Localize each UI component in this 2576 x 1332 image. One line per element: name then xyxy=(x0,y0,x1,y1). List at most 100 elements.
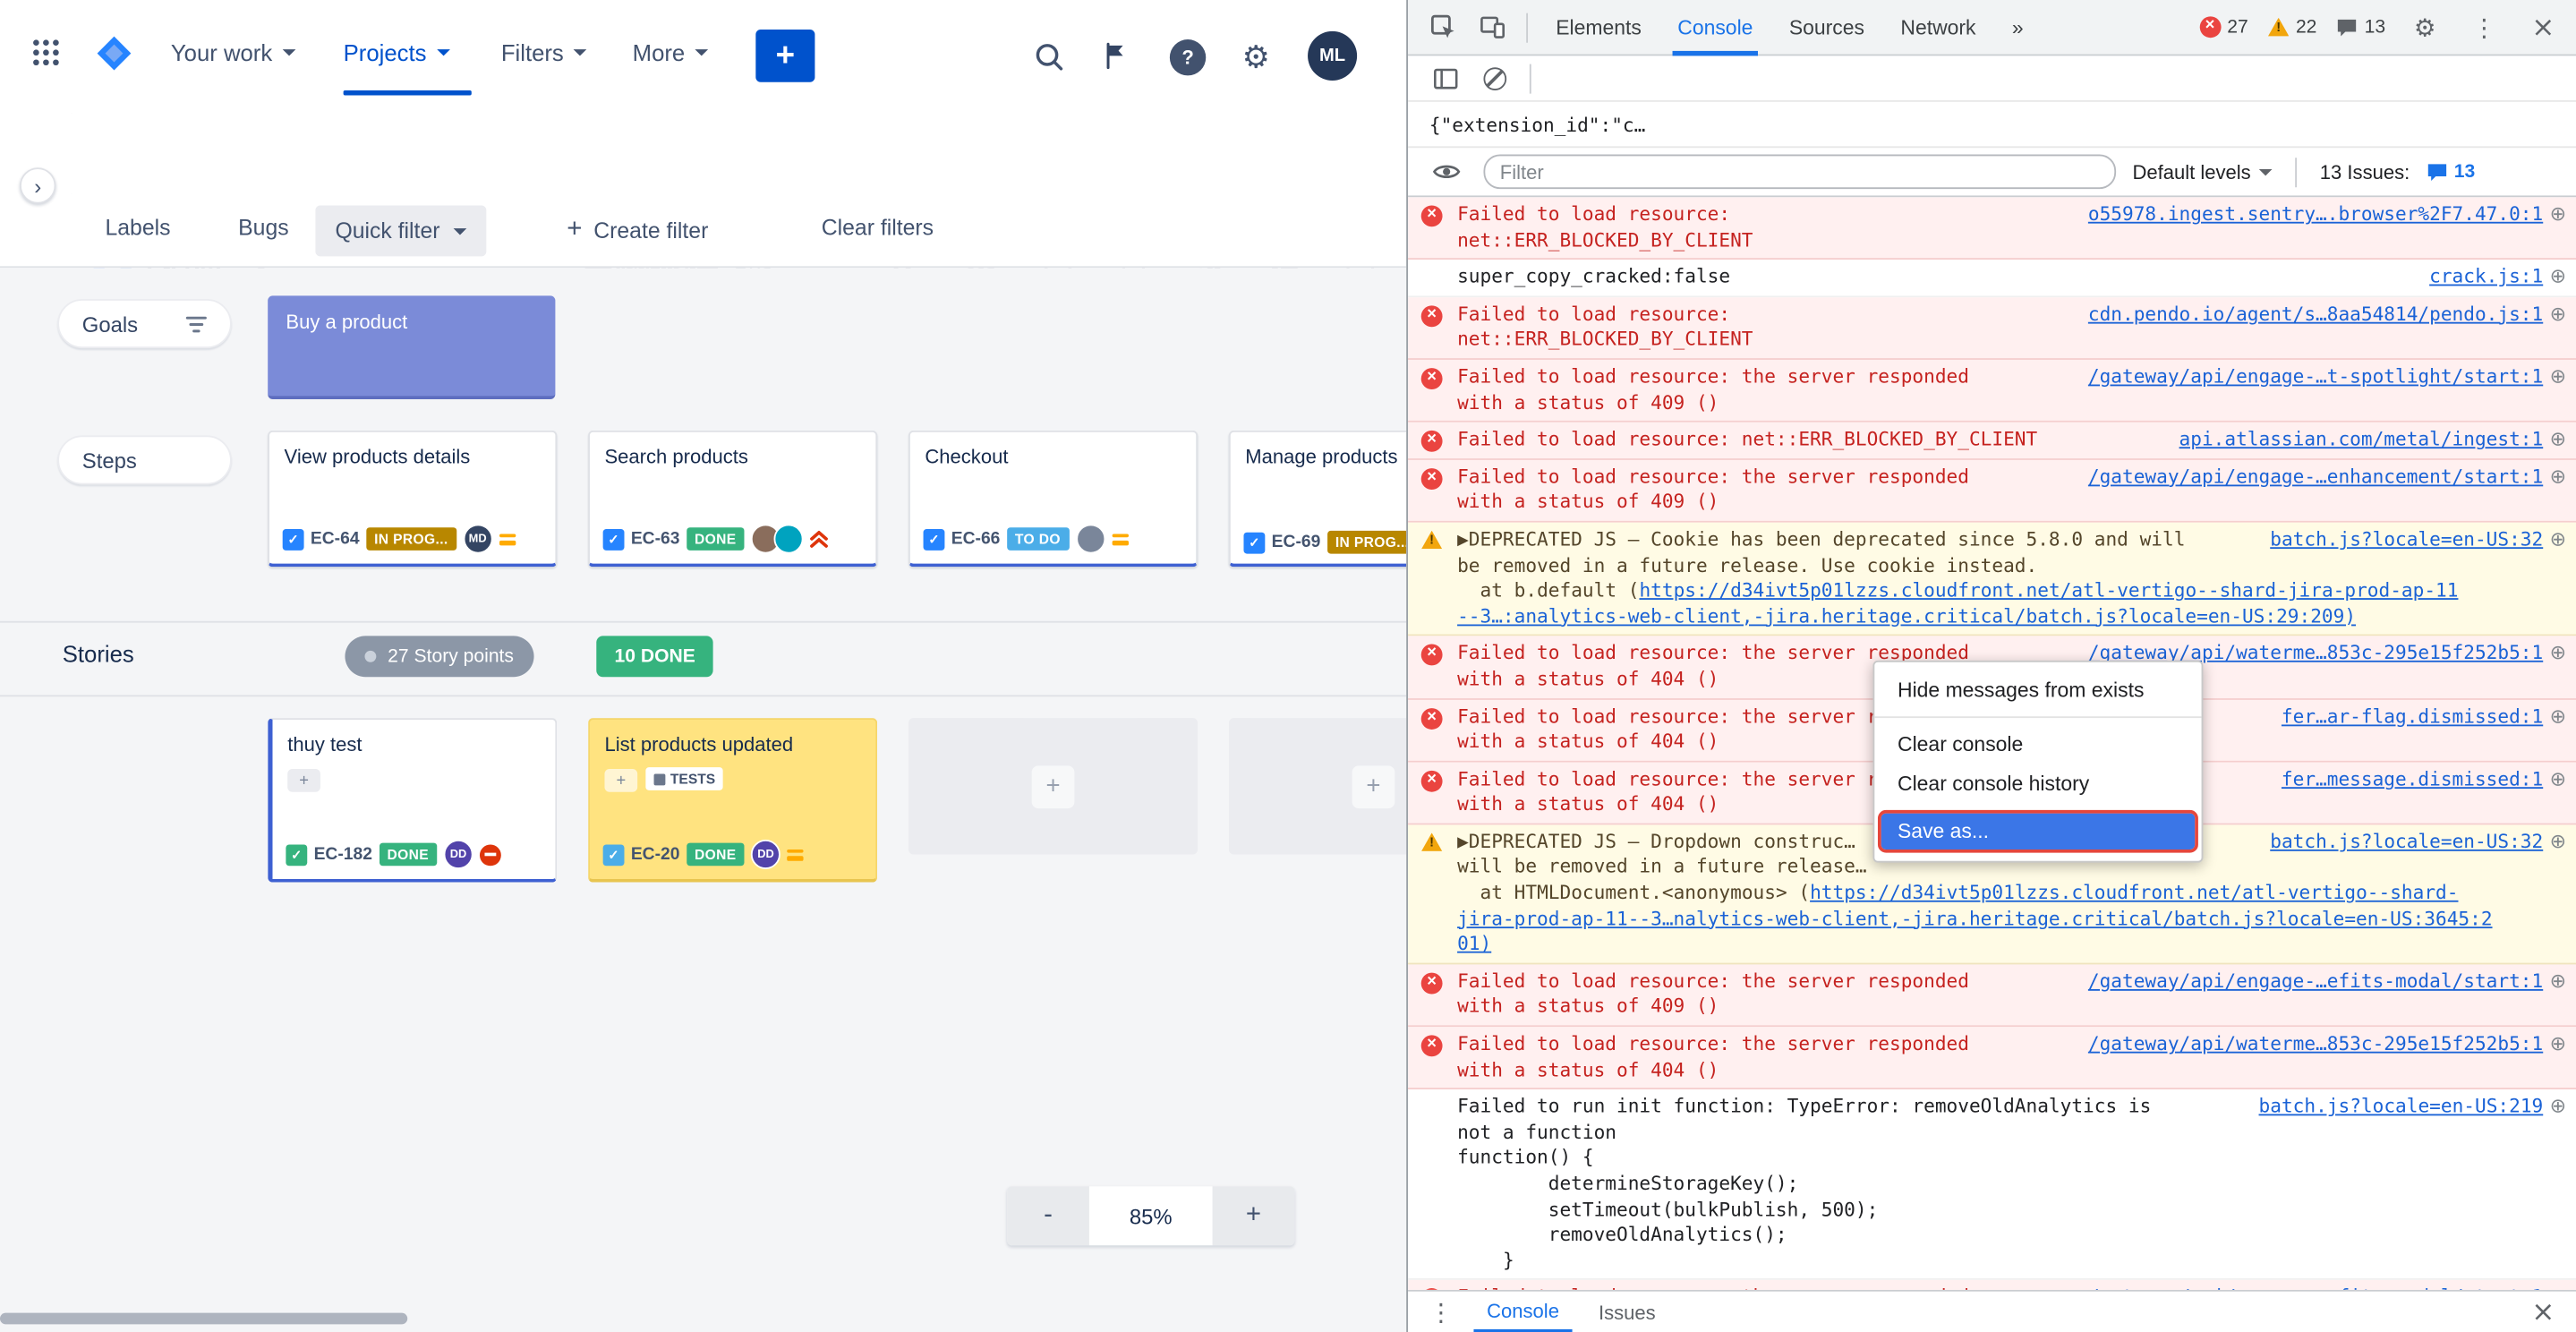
console-toolbar-top xyxy=(1408,56,2576,101)
drawer-tab-console[interactable]: Console xyxy=(1473,1293,1572,1332)
warning-count-badge[interactable]: 22 xyxy=(2268,17,2317,37)
source-link[interactable]: cdn.pendo.io/agent/s…8aa54814/pendo.js:1 xyxy=(2088,302,2543,328)
console-context-selector[interactable]: {"extension_id":"c… xyxy=(1408,102,2576,148)
menu-item-clear-console-history[interactable]: Clear console history xyxy=(1874,764,2201,804)
goals-row-label[interactable]: Goals xyxy=(57,299,232,348)
error-icon xyxy=(1421,1035,1443,1056)
flag-icon[interactable] xyxy=(1101,41,1130,71)
console-filter-input[interactable] xyxy=(1483,155,2116,190)
step-card[interactable]: Manage products EC-69 IN PROG... xyxy=(1229,431,1406,567)
source-link[interactable]: /gateway/api/waterme…853c-295e15f252b5:1 xyxy=(2088,1032,2543,1058)
devtools-menu-icon[interactable]: ⋮ xyxy=(2464,13,2503,42)
steps-row-label[interactable]: Steps xyxy=(57,435,232,484)
eye-icon[interactable] xyxy=(1424,150,1467,193)
horizontal-scrollbar[interactable] xyxy=(0,1313,407,1325)
stories-section-label: Stories xyxy=(63,641,134,667)
drawer-close-icon[interactable]: × xyxy=(2523,1295,2563,1328)
story-points-badge: 27 Story points xyxy=(345,636,533,677)
device-toolbar-icon[interactable] xyxy=(1471,5,1514,48)
divider xyxy=(1526,13,1528,42)
add-icon[interactable]: + xyxy=(604,769,637,792)
expand-sidebar-button[interactable]: › xyxy=(20,167,55,203)
divider xyxy=(1874,716,2201,718)
clear-console-icon[interactable] xyxy=(1483,66,1506,90)
source-link[interactable]: fer…ar-flag.dismissed:1 xyxy=(2282,704,2543,730)
nav-filters[interactable]: Filters xyxy=(501,39,587,65)
source-link[interactable]: crack.js:1 xyxy=(2429,265,2543,291)
step-card[interactable]: Checkout EC-66 TO DO xyxy=(908,431,1198,567)
source-link[interactable]: batch.js?locale=en-US:219 xyxy=(2259,1095,2544,1121)
filter-bugs-button[interactable]: Bugs xyxy=(238,215,288,240)
status-badge: DONE xyxy=(687,843,745,867)
step-card[interactable]: Search products EC-63 DONE xyxy=(588,431,877,567)
help-icon[interactable]: ? xyxy=(1170,39,1206,75)
default-levels-dropdown[interactable]: Default levels xyxy=(2132,160,2272,184)
issues-counter[interactable]: 13 xyxy=(2427,162,2476,182)
settings-gear-icon[interactable]: ⚙ xyxy=(1242,39,1270,75)
tab-sources[interactable]: Sources xyxy=(1774,0,1879,55)
source-link[interactable]: api.atlassian.com/metal/ingest:1 xyxy=(2179,428,2544,454)
source-link[interactable]: batch.js?locale=en-US:32 xyxy=(2270,527,2543,553)
error-icon xyxy=(1421,431,1443,452)
drawer-tab-issues[interactable]: Issues xyxy=(1585,1294,1668,1329)
source-link[interactable]: o55978.ingest.sentry….browser%2F7.47.0:1 xyxy=(2088,202,2543,228)
inspect-element-icon[interactable] xyxy=(1421,5,1464,48)
status-badge: IN PROG... xyxy=(1327,531,1407,554)
create-filter-button[interactable]: +Create filter xyxy=(567,215,708,244)
extension-badge-icon: ⊕ xyxy=(2550,704,2566,730)
create-button[interactable]: + xyxy=(755,30,815,82)
priority-medium-icon xyxy=(787,847,803,862)
zoom-in-button[interactable]: + xyxy=(1213,1186,1295,1245)
more-tabs-button[interactable]: » xyxy=(1997,0,2038,55)
console-sidebar-icon[interactable] xyxy=(1424,56,1467,99)
nav-more[interactable]: More xyxy=(633,39,708,65)
menu-item-clear-console[interactable]: Clear console xyxy=(1874,724,2201,764)
devtools-settings-icon[interactable]: ⚙ xyxy=(2405,13,2444,42)
error-count-badge[interactable]: 27 xyxy=(2199,16,2248,38)
avatar[interactable]: ML xyxy=(1308,31,1357,81)
empty-card-slot[interactable]: + xyxy=(1229,718,1406,854)
story-card[interactable]: thuy test + EC-182 DONE DD xyxy=(268,718,557,883)
clear-filters-button[interactable]: Clear filters xyxy=(822,215,934,240)
step-card[interactable]: View products details EC-64 IN PROG... M… xyxy=(268,431,557,567)
error-icon xyxy=(1421,972,1443,994)
context-menu: Hide messages from exists Clear console … xyxy=(1872,661,2203,863)
goal-card[interactable]: Buy a product xyxy=(268,295,555,399)
source-link[interactable]: /gateway/api/engage-…efits-modal/start:1 xyxy=(2088,1285,2543,1290)
menu-item-hide-messages[interactable]: Hide messages from exists xyxy=(1874,670,2201,710)
priority-blocked-icon xyxy=(480,844,501,866)
filter-labels-button[interactable]: Labels xyxy=(105,215,170,240)
nav-projects[interactable]: Projects xyxy=(344,39,450,65)
menu-item-save-as[interactable]: Save as... xyxy=(1881,814,2196,850)
search-icon[interactable] xyxy=(1032,39,1067,74)
priority-highest-icon xyxy=(810,530,828,548)
story-card[interactable]: List products updated +TESTS EC-20 DONE … xyxy=(588,718,877,883)
issues-count-badge[interactable]: 13 xyxy=(2336,17,2385,37)
source-link[interactable]: /gateway/api/engage-…enhancement/start:1 xyxy=(2088,465,2543,491)
app-switcher-icon[interactable] xyxy=(30,36,63,69)
empty-card-slot[interactable]: + xyxy=(908,718,1198,854)
error-icon xyxy=(1421,1289,1443,1290)
extension-badge-icon: ⊕ xyxy=(2550,265,2566,291)
drawer-bar: ⋮ Console Issues × xyxy=(1408,1290,2576,1332)
quick-filter-button[interactable]: Quick filter xyxy=(315,205,485,256)
console-message: Failed to load resource: the server resp… xyxy=(1408,360,2576,423)
tab-console[interactable]: Console xyxy=(1663,0,1768,55)
tab-network[interactable]: Network xyxy=(1886,0,1991,55)
zoom-out-button[interactable]: - xyxy=(1007,1186,1089,1245)
source-link[interactable]: /gateway/api/engage-…t-spotlight/start:1 xyxy=(2088,364,2543,390)
add-icon[interactable]: + xyxy=(287,769,320,792)
source-link[interactable]: /gateway/api/engage-…efits-modal/start:1 xyxy=(2088,969,2543,995)
drawer-menu-icon[interactable]: ⋮ xyxy=(1421,1297,1461,1327)
console-message[interactable]: ▶DEPRECATED JS — Cookie has been depreca… xyxy=(1408,523,2576,636)
plus-icon: + xyxy=(1352,764,1395,807)
tab-elements[interactable]: Elements xyxy=(1541,0,1657,55)
source-link[interactable]: fer…message.dismissed:1 xyxy=(2282,767,2543,793)
nav-your-work[interactable]: Your work xyxy=(171,39,295,65)
devtools-close-icon[interactable]: × xyxy=(2523,11,2563,44)
error-icon xyxy=(1421,770,1443,791)
filter-lines-icon xyxy=(185,314,207,332)
jira-logo-icon[interactable] xyxy=(94,33,137,76)
done-count-badge: 10 DONE xyxy=(596,636,713,677)
source-link[interactable]: batch.js?locale=en-US:32 xyxy=(2270,830,2543,856)
